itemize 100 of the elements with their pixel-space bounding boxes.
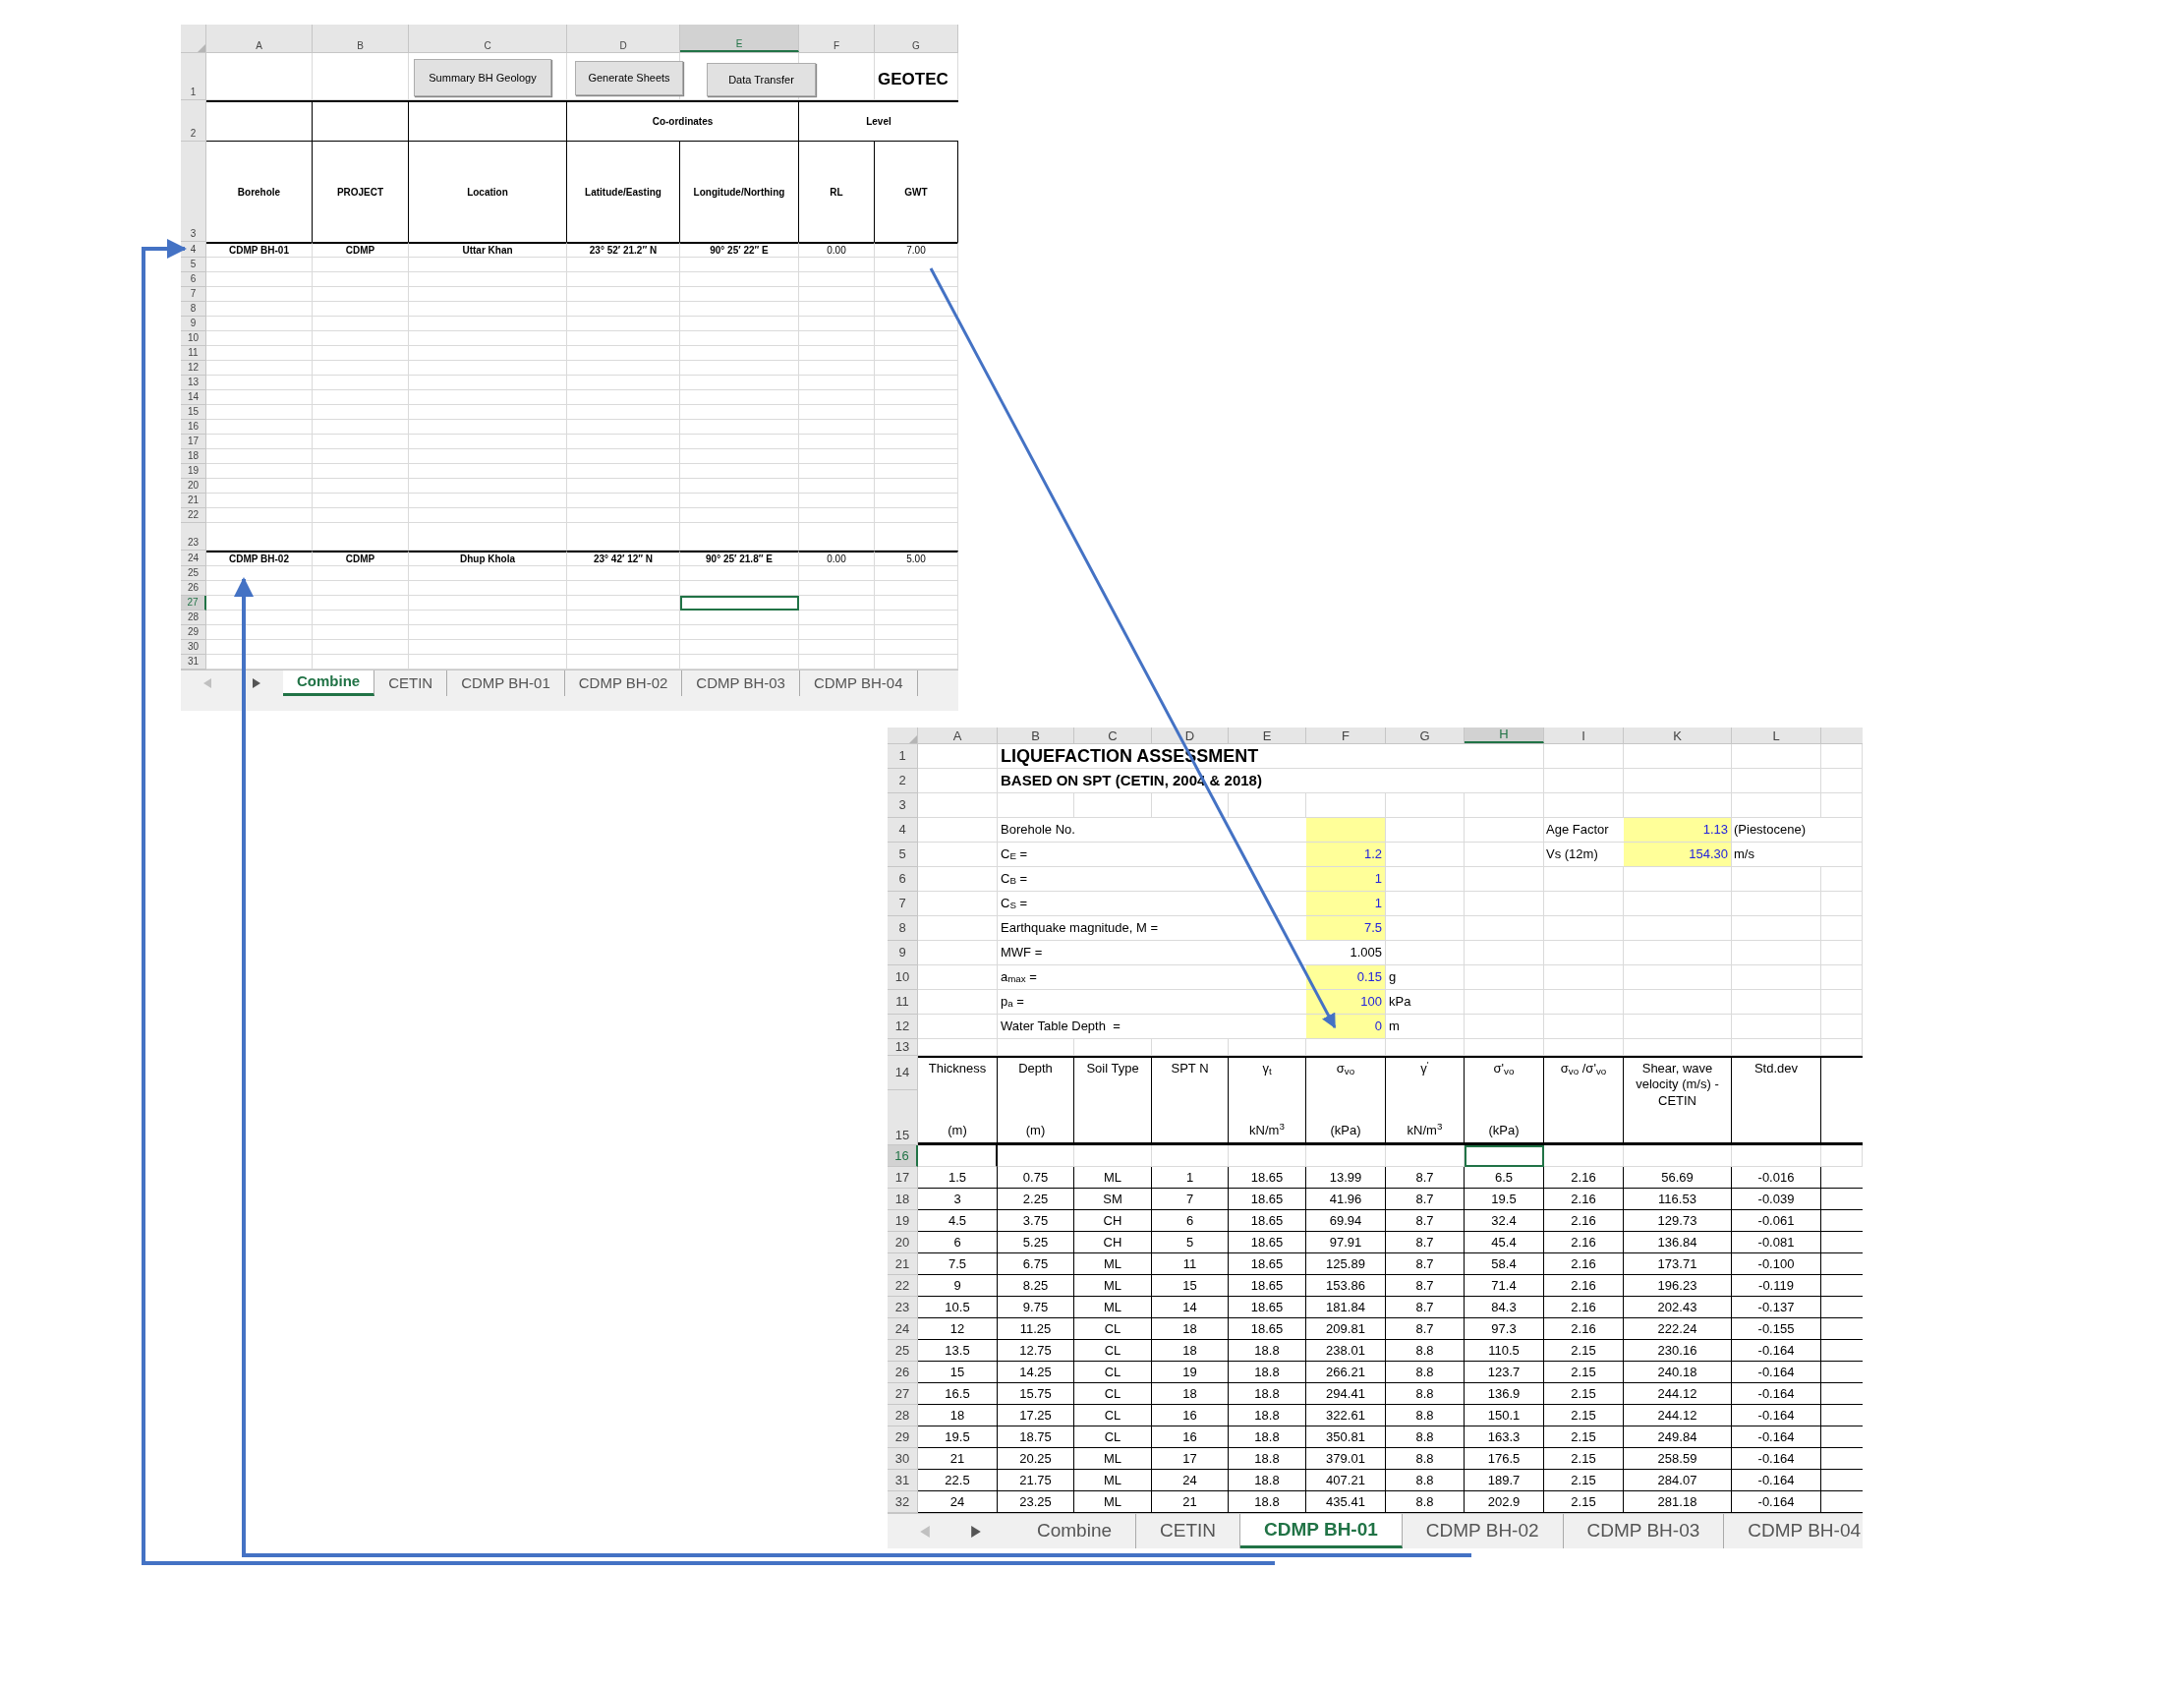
active-cell[interactable]: [1465, 1145, 1544, 1167]
active-cell[interactable]: [680, 596, 799, 611]
row-number[interactable]: 20: [181, 479, 206, 494]
row-number[interactable]: 14: [181, 390, 206, 405]
row-number[interactable]: 24: [181, 551, 206, 566]
row-number[interactable]: 6: [888, 867, 918, 892]
row-number[interactable]: 17: [181, 435, 206, 449]
column-header[interactable]: F: [1306, 728, 1386, 743]
row-number[interactable]: 3: [888, 793, 918, 818]
macro-button[interactable]: Generate Sheets: [575, 61, 683, 95]
row-number[interactable]: 28: [181, 611, 206, 625]
row-number[interactable]: 7: [888, 892, 918, 916]
sheet-tab[interactable]: CDMP BH-01: [1240, 1514, 1403, 1548]
row-number[interactable]: 31: [181, 655, 206, 669]
table-cell: 18.8: [1229, 1405, 1306, 1426]
row-number[interactable]: 28: [888, 1405, 918, 1426]
row-number[interactable]: 11: [888, 990, 918, 1015]
column-header[interactable]: E: [1229, 728, 1306, 743]
column-title: Latitude/Easting: [567, 142, 680, 242]
column-header[interactable]: G: [875, 25, 958, 52]
row-number[interactable]: 6: [181, 272, 206, 287]
macro-button[interactable]: Data Transfer: [707, 63, 816, 96]
column-header[interactable]: I: [1544, 728, 1624, 743]
row-number[interactable]: 13: [181, 376, 206, 390]
parameter-label: Water Table Depth =: [998, 1015, 1306, 1039]
nav-right-icon[interactable]: [252, 678, 261, 688]
row-number[interactable]: 12: [181, 361, 206, 376]
row-number[interactable]: 12: [888, 1015, 918, 1039]
row-number[interactable]: 22: [888, 1275, 918, 1297]
row-number[interactable]: 8: [181, 302, 206, 317]
row-number[interactable]: 5: [888, 843, 918, 867]
row-number[interactable]: 29: [181, 625, 206, 640]
row-number[interactable]: 13: [888, 1039, 918, 1056]
row-number[interactable]: 15: [888, 1090, 918, 1145]
row-number[interactable]: 11: [181, 346, 206, 361]
row-number[interactable]: 18: [181, 449, 206, 464]
row-number[interactable]: 22: [181, 508, 206, 523]
column-header[interactable]: F: [799, 25, 875, 52]
row-number[interactable]: 2: [888, 769, 918, 793]
column-header[interactable]: K: [1624, 728, 1732, 743]
sheet-title: GEOTEC: [878, 69, 948, 90]
row-number[interactable]: 10: [181, 331, 206, 346]
sheet-tab[interactable]: Combine: [1013, 1514, 1137, 1548]
row-number[interactable]: 1: [888, 744, 918, 769]
row-number[interactable]: 17: [888, 1167, 918, 1189]
row-number[interactable]: 16: [888, 1145, 918, 1167]
sheet-tab[interactable]: Combine: [283, 670, 375, 696]
row-number[interactable]: 31: [888, 1470, 918, 1491]
row-number[interactable]: 30: [181, 640, 206, 655]
row-number[interactable]: 3: [181, 142, 206, 242]
row-number[interactable]: 14: [888, 1056, 918, 1090]
row-number[interactable]: 25: [888, 1340, 918, 1362]
row-number[interactable]: 10: [888, 965, 918, 990]
table-cell: ML: [1074, 1448, 1152, 1470]
row-number[interactable]: 1: [181, 53, 206, 100]
row-number[interactable]: 26: [181, 581, 206, 596]
row-number[interactable]: 27: [888, 1383, 918, 1405]
column-header[interactable]: B: [313, 25, 409, 52]
column-header[interactable]: L: [1732, 728, 1821, 743]
row-number[interactable]: 19: [181, 464, 206, 479]
column-header[interactable]: A: [206, 25, 313, 52]
row-number[interactable]: 20: [888, 1232, 918, 1253]
row-number[interactable]: 5: [181, 258, 206, 272]
row-number[interactable]: 27: [181, 596, 206, 611]
row-number[interactable]: 25: [181, 566, 206, 581]
row-number[interactable]: 21: [181, 494, 206, 508]
column-header[interactable]: B: [998, 728, 1074, 743]
sheet-tab[interactable]: CDMP BH-03: [1563, 1514, 1725, 1548]
table-cell: 222.24: [1624, 1318, 1732, 1340]
row-number[interactable]: 16: [181, 420, 206, 435]
sheet-tab[interactable]: CDMP BH-04: [1724, 1514, 1863, 1548]
column-header[interactable]: A: [918, 728, 998, 743]
column-header[interactable]: H: [1465, 728, 1544, 743]
row-number[interactable]: 24: [888, 1318, 918, 1340]
table-cell: 2.16: [1544, 1318, 1624, 1340]
row-number[interactable]: 7: [181, 287, 206, 302]
macro-button[interactable]: Summary BH Geology: [414, 59, 551, 96]
row-number[interactable]: 21: [888, 1253, 918, 1275]
row-number[interactable]: 23: [181, 523, 206, 551]
row-number[interactable]: 4: [888, 818, 918, 843]
empty-cell: [1821, 941, 1863, 965]
column-header[interactable]: C: [1074, 728, 1152, 743]
column-header[interactable]: E: [680, 25, 799, 52]
row-number[interactable]: 15: [181, 405, 206, 420]
row-number[interactable]: 29: [888, 1426, 918, 1448]
row-number[interactable]: 4: [181, 242, 206, 258]
row-number[interactable]: 8: [888, 916, 918, 941]
row-number[interactable]: 9: [888, 941, 918, 965]
sheet-tab[interactable]: CDMP BH-02: [1402, 1514, 1564, 1548]
row-number[interactable]: 9: [181, 317, 206, 331]
row-number[interactable]: 26: [888, 1362, 918, 1383]
row-number[interactable]: 19: [888, 1210, 918, 1232]
row-number[interactable]: 32: [888, 1491, 918, 1513]
nav-right-icon[interactable]: [970, 1525, 982, 1538]
row-number[interactable]: 18: [888, 1189, 918, 1210]
row-number[interactable]: 2: [181, 100, 206, 142]
column-header[interactable]: C: [409, 25, 567, 52]
column-header[interactable]: D: [1152, 728, 1229, 743]
row-number[interactable]: 30: [888, 1448, 918, 1470]
row-number[interactable]: 23: [888, 1297, 918, 1318]
